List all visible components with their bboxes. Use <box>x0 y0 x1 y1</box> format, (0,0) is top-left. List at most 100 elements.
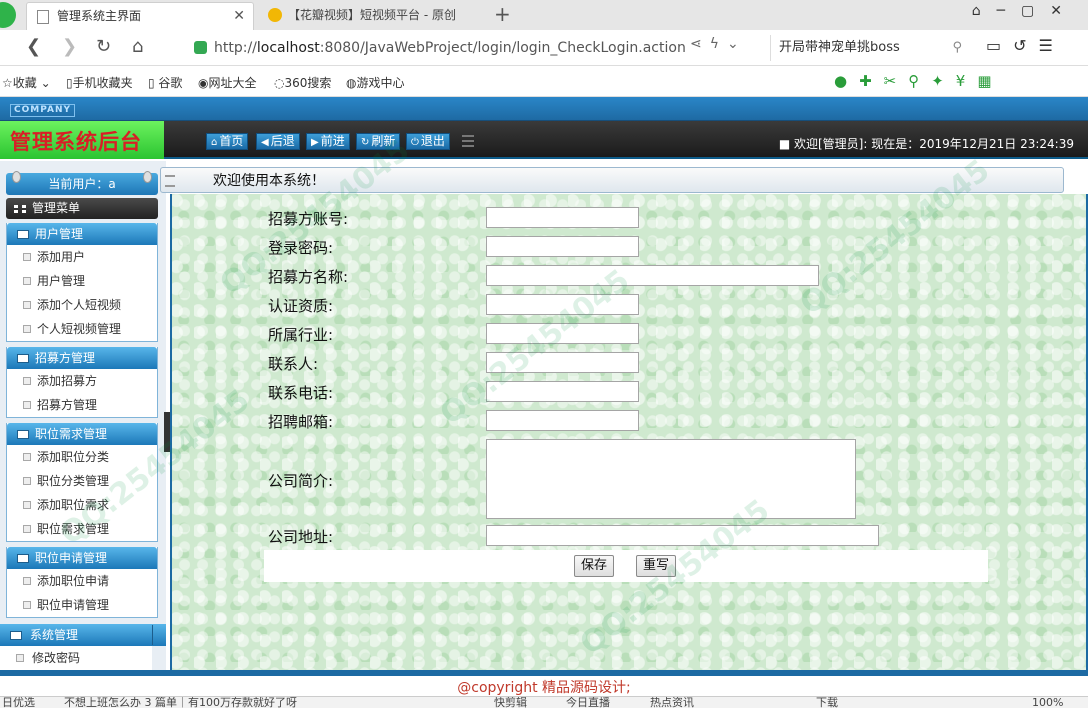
save-button[interactable]: 保存 <box>574 555 615 577</box>
browser-tab-bar: 管理系统主界面 ✕ 【花瓣视频】短视频平台 - 原创 + ⌂─▢✕ <box>0 0 1088 30</box>
close-tab-icon[interactable]: ✕ <box>233 3 245 29</box>
menu-item-change-password[interactable]: 修改密码 <box>0 646 152 670</box>
window-controls[interactable]: ⌂─▢✕ <box>972 3 1078 19</box>
browser-tab-video[interactable]: 【花瓣视频】短视频平台 - 原创 <box>258 2 488 30</box>
group-header-user[interactable]: 用户管理 <box>7 223 157 245</box>
status-item[interactable]: 日优选 <box>2 697 35 708</box>
qualification-input[interactable] <box>486 294 639 315</box>
extension-icons[interactable]: ●✚✂⚲✦¥▦ <box>834 72 1004 90</box>
bullet-icon <box>23 525 31 533</box>
menu-item-add-category[interactable]: 添加职位分类 <box>7 445 157 469</box>
email-input[interactable] <box>486 410 639 431</box>
grip-icon <box>165 175 175 187</box>
url-host: localhost <box>256 40 320 56</box>
forward-icon[interactable]: ❯ <box>62 36 77 57</box>
browser-tools[interactable]: ▭↺☰ <box>986 36 1065 55</box>
group-header-system[interactable]: 系统管理 <box>0 624 166 646</box>
home-icon: ⌂ <box>211 137 218 148</box>
group-header-application[interactable]: 职位申请管理 <box>7 547 157 569</box>
logout-button[interactable]: ⏻ 退出 <box>406 133 450 150</box>
bullet-icon <box>23 325 31 333</box>
status-item[interactable]: 下载 <box>816 697 838 708</box>
menu-item-user-manage[interactable]: 用户管理 <box>7 269 157 293</box>
reload-icon[interactable]: ↻ <box>96 36 111 57</box>
group-user: 用户管理 添加用户 用户管理 添加个人短视频 个人短视频管理 <box>6 223 158 342</box>
address-input[interactable] <box>486 525 879 546</box>
menu-item-add-recruiter[interactable]: 添加招募方 <box>7 369 157 393</box>
forward-button[interactable]: ▶ 前进 <box>306 133 350 150</box>
grid-icon <box>14 205 26 213</box>
copyright: @copyright 精品源码设计; <box>457 680 631 696</box>
page-icon <box>37 10 49 24</box>
pin-icon <box>12 171 21 183</box>
label-name: 招募方名称: <box>268 268 349 286</box>
group-header-recruiter[interactable]: 招募方管理 <box>7 347 157 369</box>
bullet-icon <box>23 601 31 609</box>
menu-item-add-application[interactable]: 添加职位申请 <box>7 569 157 593</box>
menu-item-application-manage[interactable]: 职位申请管理 <box>7 593 157 617</box>
tab-title: 管理系统主界面 <box>57 9 142 23</box>
menu-item-category-manage[interactable]: 职位分类管理 <box>7 469 157 493</box>
bullet-icon <box>23 577 31 585</box>
bookmarks-bar: ☆收藏 ⌄ ▯手机收藏夹 ▯ 谷歌 ◉网址大全 ◌360搜索 ◍游戏中心 ●✚✂… <box>0 67 1088 97</box>
bullet-icon <box>23 453 31 461</box>
url-prefix: http:// <box>214 40 257 56</box>
bookmark-games[interactable]: ◍游戏中心 <box>346 74 405 91</box>
address-bar[interactable]: http://localhost:8080/JavaWebProject/log… <box>188 35 758 61</box>
menu-item-recruiter-manage[interactable]: 招募方管理 <box>7 393 157 417</box>
phone-input[interactable] <box>486 381 639 402</box>
url-path: :8080/JavaWebProject/login/login_CheckLo… <box>319 40 686 56</box>
bookmark-360[interactable]: ◌360搜索 <box>274 74 331 91</box>
group-header-job[interactable]: 职位需求管理 <box>7 423 157 445</box>
status-item[interactable]: 快剪辑 <box>494 697 527 708</box>
group-job: 职位需求管理 添加职位分类 职位分类管理 添加职位需求 职位需求管理 <box>6 423 158 542</box>
refresh-button[interactable]: ↻ 刷新 <box>356 133 401 150</box>
menu-item-job-manage[interactable]: 职位需求管理 <box>7 517 157 541</box>
reset-button[interactable]: 重写 <box>636 555 677 577</box>
bullet-icon <box>23 253 31 261</box>
bullet-icon <box>23 501 31 509</box>
status-news[interactable]: 不想上班怎么办 3 篇单｜有100万存款就好了呀 <box>64 697 297 708</box>
current-user-label: 当前用户：a <box>48 177 116 191</box>
bookmark-mobile[interactable]: ▯手机收藏夹 <box>66 74 133 91</box>
bullet-icon <box>23 277 31 285</box>
folder-icon <box>17 430 29 439</box>
label-email: 招聘邮箱: <box>268 413 334 431</box>
grip-icon <box>462 135 474 147</box>
brand-title: 管理系统后台 <box>10 130 142 154</box>
back-button[interactable]: ◀ 后退 <box>256 133 300 150</box>
menu-item-add-user[interactable]: 添加用户 <box>7 245 157 269</box>
bullet-icon <box>23 401 31 409</box>
zoom-level[interactable]: 100% <box>1032 697 1063 708</box>
label-contact: 联系人: <box>268 355 319 373</box>
browser-status-bar: 日优选 不想上班怎么办 3 篇单｜有100万存款就好了呀 快剪辑 今日直播 热点… <box>0 696 1088 708</box>
password-input[interactable] <box>486 236 639 257</box>
account-input[interactable] <box>486 207 639 228</box>
menu-item-add-video[interactable]: 添加个人短视频 <box>7 293 157 317</box>
intro-textarea[interactable] <box>486 439 856 519</box>
industry-input[interactable] <box>486 323 639 344</box>
main-title-bar: 欢迎使用本系统！ <box>160 167 1064 193</box>
bookmark-google[interactable]: ▯ 谷歌 <box>148 74 182 91</box>
url-tools[interactable]: ⋖ϟ⌄ <box>690 36 747 52</box>
label-industry: 所属行业: <box>268 326 334 344</box>
menu-item-add-job[interactable]: 添加职位需求 <box>7 493 157 517</box>
search-box[interactable]: 开局带神宠单挑boss ⚲ <box>770 35 970 61</box>
label-address: 公司地址: <box>268 528 334 546</box>
home-button[interactable]: ⌂ 首页 <box>206 133 249 150</box>
bullet-icon <box>23 301 31 309</box>
menu-item-video-manage[interactable]: 个人短视频管理 <box>7 317 157 341</box>
name-input[interactable] <box>486 265 819 286</box>
search-icon[interactable]: ⚲ <box>952 35 962 61</box>
back-icon[interactable]: ❮ <box>26 36 41 57</box>
folder-icon <box>17 554 29 563</box>
browser-tab-main[interactable]: 管理系统主界面 ✕ <box>26 2 254 30</box>
status-item[interactable]: 热点资讯 <box>650 697 694 708</box>
contact-input[interactable] <box>486 352 639 373</box>
home-icon[interactable]: ⌂ <box>132 36 143 57</box>
collapse-tab[interactable] <box>152 625 164 645</box>
bookmark-favorites[interactable]: ☆收藏 ⌄ <box>2 74 51 91</box>
status-item[interactable]: 今日直播 <box>566 697 610 708</box>
new-tab-icon[interactable]: + <box>494 2 511 26</box>
bookmark-sites[interactable]: ◉网址大全 <box>198 74 257 91</box>
